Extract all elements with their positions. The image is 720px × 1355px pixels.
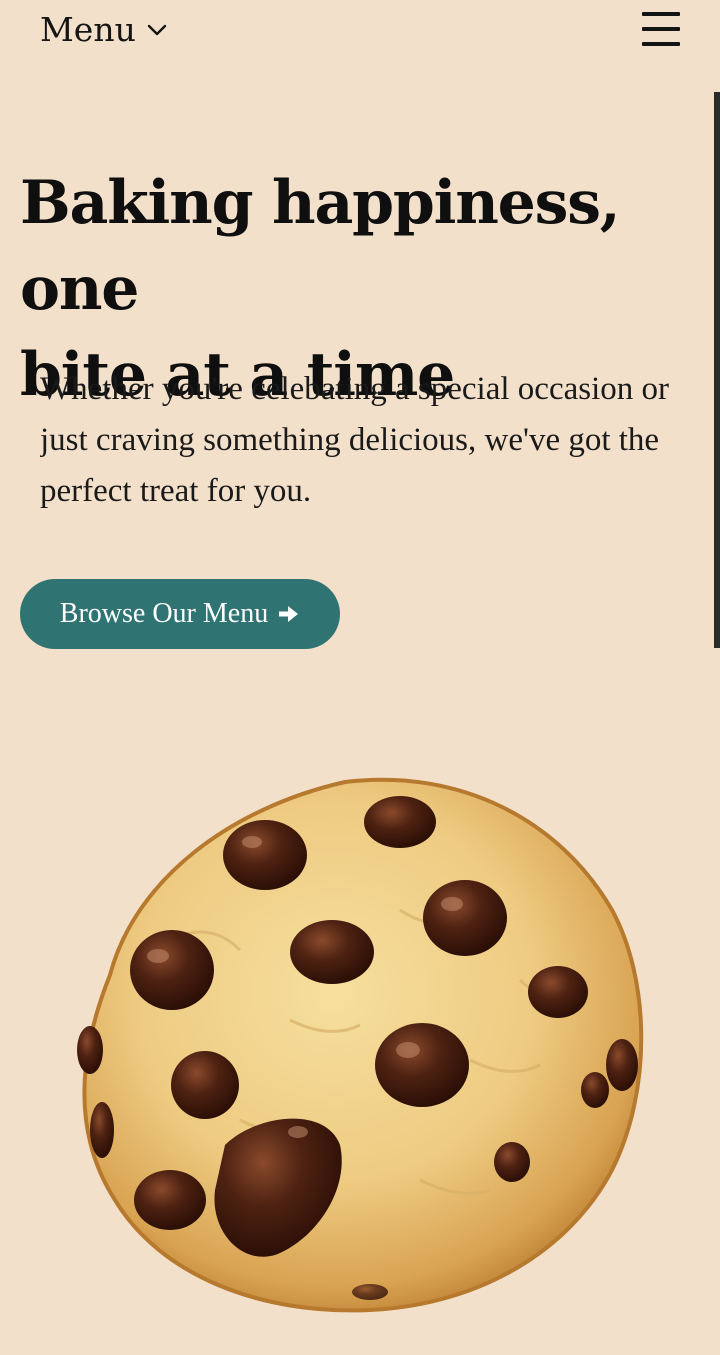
- menu-dropdown[interactable]: Menu: [40, 8, 168, 52]
- menu-dropdown-label: Menu: [40, 10, 136, 49]
- hamburger-menu-icon[interactable]: [642, 10, 680, 48]
- hero-description-line-3: perfect treat for you.: [40, 473, 312, 509]
- hero-description-line-2: just craving something delicious, we've …: [40, 422, 660, 458]
- hero-headline-line-1: Baking happiness, one: [20, 168, 621, 324]
- chocolate-chip-cookie-image: [77, 777, 644, 1313]
- hero-description: Whether you're celebating a special occa…: [40, 364, 720, 517]
- chevron-down-icon: [147, 24, 167, 36]
- browse-menu-button-label: Browse Our Menu: [59, 598, 269, 629]
- hero-description-line-1: Whether you're celebating a special occa…: [40, 371, 669, 407]
- top-navigation: Menu: [0, 0, 720, 62]
- arrow-right-icon: [279, 606, 299, 622]
- browse-menu-button[interactable]: Browse Our Menu: [20, 579, 340, 649]
